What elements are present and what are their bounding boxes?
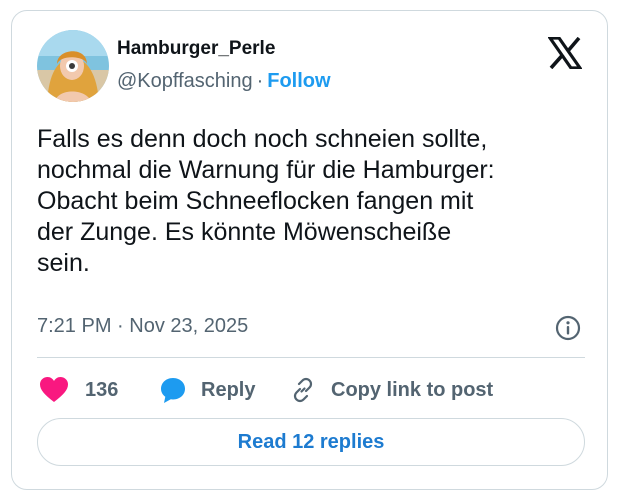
copy-link-label: Copy link to post bbox=[331, 378, 494, 401]
like-count: 136 bbox=[85, 378, 119, 401]
copy-link-button[interactable]: Copy link to post bbox=[289, 375, 493, 405]
heart-icon bbox=[40, 377, 68, 402]
like-button[interactable]: 136 bbox=[39, 375, 118, 405]
handle-row: @Kopffasching · Follow bbox=[117, 70, 331, 93]
author-handle[interactable]: @Kopffasching bbox=[117, 70, 253, 92]
reply-button[interactable]: Reply bbox=[159, 375, 255, 405]
avatar-photo bbox=[37, 30, 109, 102]
info-icon[interactable] bbox=[554, 314, 582, 342]
reply-bubble-icon bbox=[161, 378, 185, 403]
author-name[interactable]: Hamburger_Perle bbox=[117, 38, 275, 60]
x-logo-icon[interactable] bbox=[548, 37, 582, 69]
avatar[interactable] bbox=[37, 30, 109, 102]
post-timestamp[interactable]: 7:21 PM · Nov 23, 2025 bbox=[37, 315, 248, 338]
separator-dot: · bbox=[256, 70, 264, 92]
embedded-post-card: Hamburger_Perle @Kopffasching · Follow Fal… bbox=[11, 10, 608, 490]
reply-label: Reply bbox=[201, 378, 256, 401]
read-replies-button[interactable]: Read 12 replies bbox=[37, 418, 585, 466]
post-text: Falls es denn doch noch schneien sollte,… bbox=[37, 125, 495, 277]
link-icon bbox=[293, 377, 313, 403]
read-replies-label: Read 12 replies bbox=[237, 430, 385, 453]
divider bbox=[37, 357, 585, 358]
follow-button[interactable]: Follow bbox=[267, 70, 330, 92]
